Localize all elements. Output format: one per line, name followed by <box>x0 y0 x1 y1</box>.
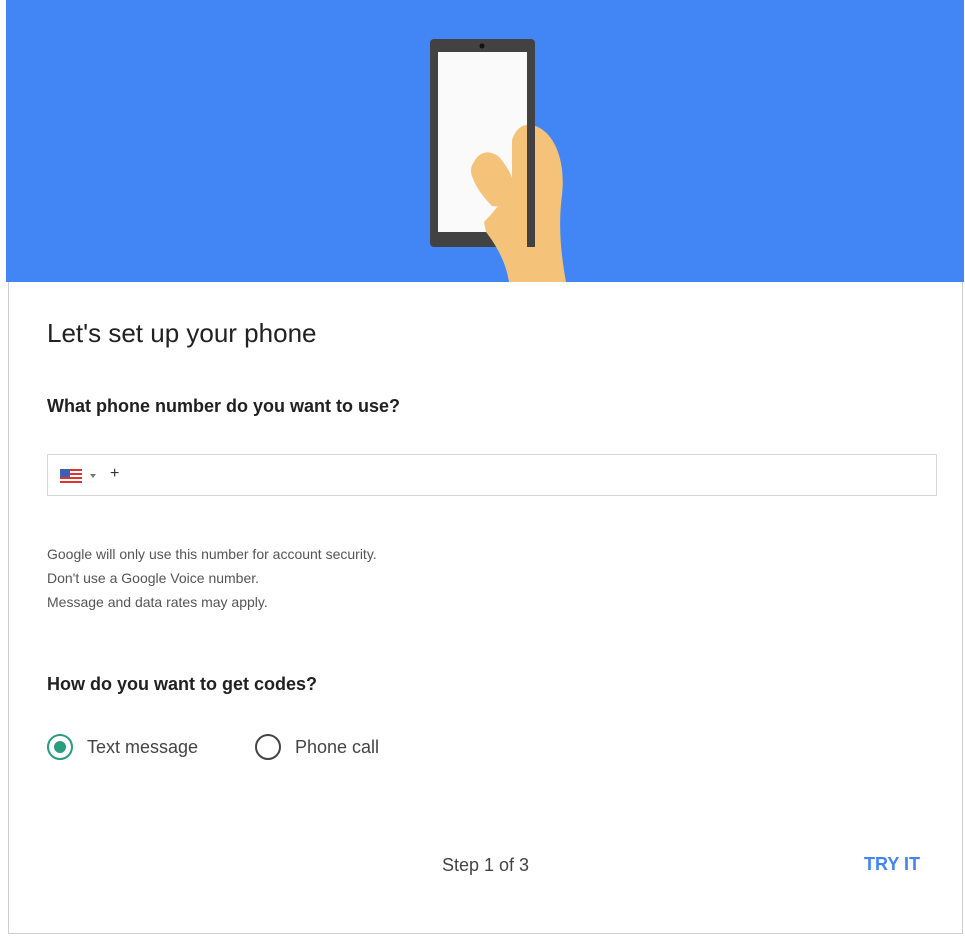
country-dropdown-icon[interactable] <box>90 474 96 478</box>
help-line: Don't use a Google Voice number. <box>47 570 260 586</box>
help-line: Message and data rates may apply. <box>47 594 268 610</box>
us-flag-icon[interactable] <box>60 469 82 483</box>
text-message-option[interactable]: Text message <box>47 732 198 762</box>
country-code-prefix: + <box>110 465 120 482</box>
codes-question: How do you want to get codes? <box>47 674 317 694</box>
phone-number-field[interactable]: + <box>47 454 937 496</box>
text-message-label[interactable]: Text message <box>87 737 198 758</box>
header-banner <box>6 0 964 282</box>
help-line: Google will only use this number for acc… <box>47 546 377 562</box>
hand-holding-phone-illustration <box>430 39 566 282</box>
phone-number-input[interactable] <box>124 459 928 493</box>
step-indicator: Step 1 of 3 <box>442 855 530 875</box>
try-it-button[interactable]: TRY IT <box>860 852 924 877</box>
phone-call-label[interactable]: Phone call <box>295 737 379 758</box>
phone-question: What phone number do you want to use? <box>47 396 400 416</box>
phone-call-option[interactable]: Phone call <box>255 732 379 762</box>
text-message-radio[interactable] <box>47 734 73 760</box>
phone-help-text: Google will only use this number for acc… <box>47 542 377 614</box>
phone-call-radio[interactable] <box>255 734 281 760</box>
page-title: Let's set up your phone <box>47 318 317 348</box>
